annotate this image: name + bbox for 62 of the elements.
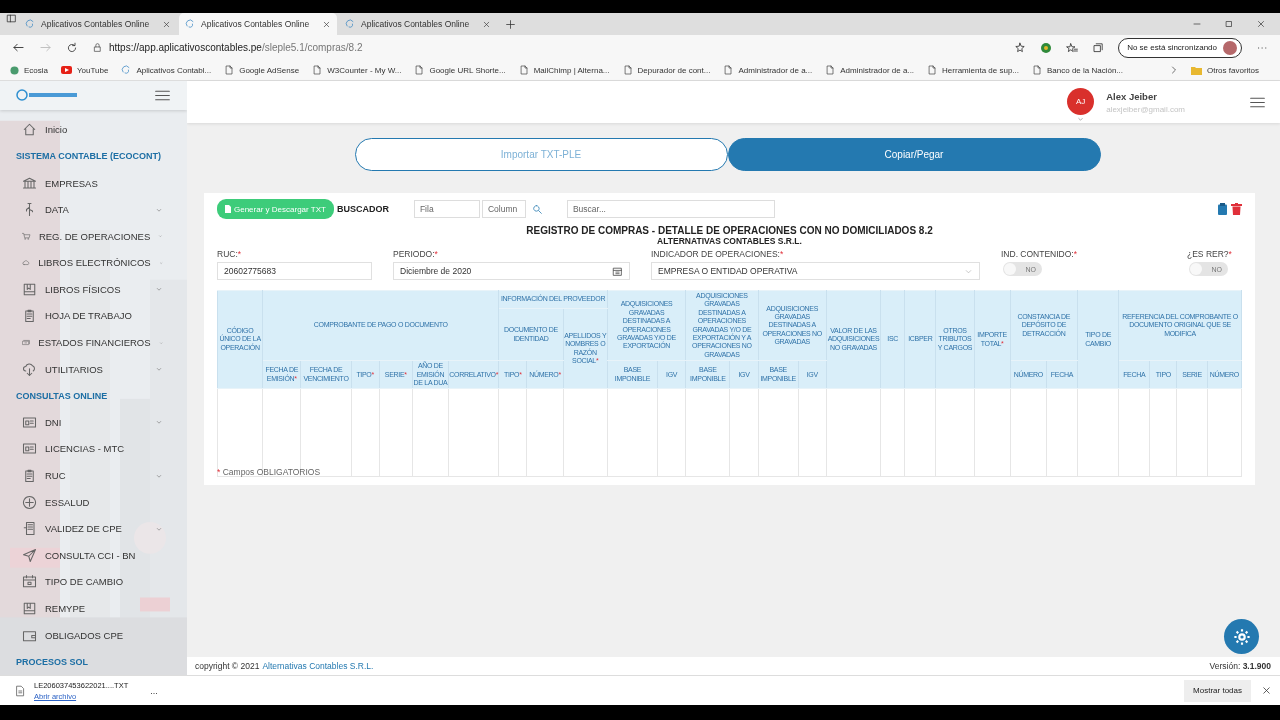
bookmark-folder[interactable]: Otros favoritos [1191,65,1259,75]
period-field[interactable]: Diciembre de 2020 [393,262,630,280]
sidebar-item[interactable]: HOJA DE TRABAJO [45,310,163,322]
bookmark[interactable]: Banco de la Nación... [1032,65,1124,75]
address-field[interactable]: https://app.aplicativoscontables.pe/sleple5.1/compras/8.2 [109,42,363,53]
sidebar-item[interactable]: DNI [45,416,147,428]
search-label: BUSCADOR [336,204,389,214]
browser-tab[interactable]: Aplicativos Contables Online [19,13,177,35]
field-label: ¿ES RER?* [1187,249,1233,259]
sidebar-item[interactable]: LIBROS ELECTRÓNICOS [38,257,151,269]
company-name: ALTERNATIVAS CONTABLES S.R.L. [656,236,803,246]
browser-tab[interactable]: Aplicativos Contables Online [339,13,497,35]
sidebar-heading: PROCESOS SOL [15,655,89,669]
browser-tab[interactable]: Aplicativos Contables Online [179,13,337,35]
version-text: Versión: 3.1.900 [1209,661,1271,671]
bookmark[interactable]: YouTube [61,65,109,75]
user-avatar[interactable]: AJ [1067,87,1095,115]
company-link[interactable]: Alternativas Contables S.R.L. [262,661,374,671]
row-field[interactable]: Fila [413,200,480,218]
field-label: PERIODO:* [393,249,439,259]
ruc-field[interactable]: 20602775683 [217,262,372,280]
user-name: Alex Jeiber [1106,90,1158,102]
sidebar-item[interactable]: ESTADOS FINANCIEROS [38,337,151,349]
bookmark[interactable]: Google URL Shorte... [414,65,506,75]
bookmark[interactable]: Ecosia [10,65,48,75]
sidebar-item[interactable]: LIBROS FÍSICOS [45,283,147,295]
field-label: INDICADOR DE OPERACIONES:* [651,249,785,259]
field-label: IND. CONTENIDO:* [1001,249,1079,259]
sidebar-item[interactable]: DATA [45,204,147,216]
indicator-select[interactable]: EMPRESA O ENTIDAD OPERATIVA [651,262,980,280]
sidebar-item[interactable]: RUC [45,470,147,482]
required-note: * Campos OBLIGATORIOS [217,467,322,478]
bookmark[interactable]: MailChimp | Alterna... [518,65,610,75]
sidebar-heading: SISTEMA CONTABLE (ECOCONT) [15,150,162,164]
sidebar-item[interactable]: REG. DE OPERACIONES [38,230,151,242]
sidebar-item[interactable]: EMPRESAS [45,177,163,189]
profile-button[interactable]: No se está sincronizando [1118,37,1242,58]
sidebar-item[interactable]: Inicio [45,124,163,136]
sidebar-item[interactable]: VALIDEZ DE CPE [45,523,147,535]
bookmark[interactable]: Depurador de cont... [622,65,711,75]
more-button[interactable]: ... [150,685,158,696]
sidebar-item[interactable]: REMYPE [45,603,163,614]
show-all-button[interactable]: Mostrar todas [1184,679,1251,702]
sidebar-item[interactable]: TIPO DE CAMBIO [45,576,163,588]
sidebar-item[interactable]: CONSULTA CCI - BN [45,549,163,561]
field-label: RUC:* [217,249,243,259]
page-title: REGISTRO DE COMPRAS - DETALLE DE OPERACIONES CON NO DOMICILIADOS 8.2 [525,225,934,236]
sidebar-item[interactable]: ESSALUD [45,496,163,508]
copyright-text: copyright © 2021 [195,661,260,671]
column-field[interactable]: Column [481,200,526,218]
bookmark[interactable]: Administrador de a... [723,65,813,75]
sidebar-item[interactable]: OBLIGADOS CPE [45,629,163,641]
mode-tab[interactable]: Copiar/Pegar [727,138,1101,171]
bookmark[interactable]: Aplicativos Contabl... [121,65,212,75]
search-field[interactable]: Buscar... [566,200,775,218]
bookmark[interactable]: Administrador de a... [825,65,915,75]
sidebar-item[interactable]: LICENCIAS - MTC [45,443,163,455]
bookmark[interactable]: Herramienta de sup... [927,65,1019,75]
sidebar-heading: CONSULTAS ONLINE [15,389,109,403]
bookmark[interactable]: W3Counter - My W... [312,65,402,75]
sidebar-item[interactable]: UTILITARIOS [45,363,147,375]
bookmark[interactable]: Google AdSense [224,65,300,75]
